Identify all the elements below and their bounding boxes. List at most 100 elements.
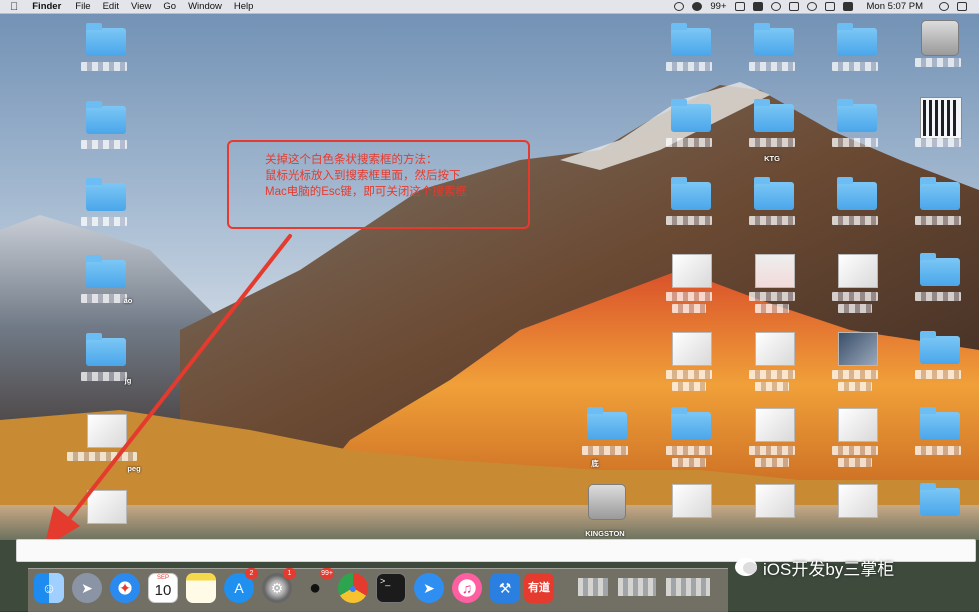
desktop-folder[interactable] [79,22,129,82]
dock-launchpad[interactable]: ➤ [72,573,102,603]
dock-blurred-item[interactable] [578,578,608,596]
desktop-image-file[interactable]: peg [67,412,141,482]
desktop-image-file[interactable] [830,406,880,476]
menu-help[interactable]: Help [234,1,254,12]
desktop-folder[interactable] [747,22,797,82]
desktop-folder[interactable] [913,482,963,538]
app-status-icon[interactable] [734,2,745,11]
dock-app-store[interactable]: A2 [224,568,258,603]
desktop-image-file[interactable] [830,330,880,400]
dock-youdao[interactable]: 有道 [524,573,554,603]
search-extra-icon[interactable] [674,2,685,11]
calendar-day: 10 [154,582,172,599]
desktop-image-file[interactable] [830,482,880,538]
desktop-folder[interactable] [830,22,880,82]
youdao-label: 有道 [528,582,550,594]
desktop-image-file[interactable] [664,482,714,538]
desktop-folder[interactable] [79,177,129,237]
desktop-folder[interactable]: 底 [580,406,630,476]
dock-terminal[interactable]: >_ [376,573,406,603]
file-label [81,140,127,149]
folder-icon [86,23,126,56]
dock-dingtalk[interactable]: ➤ [414,573,444,603]
wifi-icon[interactable] [806,2,817,11]
notes-icon [186,573,216,603]
desktop-folder[interactable] [913,176,963,236]
desktop-hard-disk[interactable] [913,18,963,82]
desktop-image-file[interactable] [664,330,714,400]
file-label [832,216,878,225]
battery-icon[interactable] [824,2,835,11]
desktop-qr-image[interactable] [913,98,963,158]
desktop-image-file[interactable] [747,252,797,322]
desktop-folder[interactable] [913,330,963,400]
file-label [749,292,795,301]
usb-drive-icon [588,484,626,520]
dock-notes[interactable] [186,573,216,603]
menu-file[interactable]: File [75,1,90,12]
desktop-image-file[interactable] [747,330,797,400]
folder-icon [86,255,126,288]
desktop-folder[interactable]: KTG [747,98,797,163]
spotlight-icon[interactable] [939,2,949,11]
desktop-folder[interactable]: ao [79,254,132,324]
desktop-folder[interactable] [913,252,963,322]
notification-center-icon[interactable] [957,2,967,11]
folder-icon [754,99,794,132]
folder-icon [754,23,794,56]
airplay-icon[interactable] [788,2,799,11]
dock-safari[interactable]: ✦ [110,573,140,603]
desktop-kingston-drive[interactable]: KINGSTON [580,482,630,538]
dock-xcode[interactable]: ⚒ [490,573,520,603]
desktop-folder[interactable] [830,98,880,158]
menu-view[interactable]: View [131,1,151,12]
dock-blurred-item[interactable] [666,578,710,596]
file-label [582,446,628,455]
desktop-document[interactable] [830,252,880,322]
qq-status-icon[interactable] [692,2,703,11]
menu-edit[interactable]: Edit [103,1,119,12]
hard-disk-icon [921,20,959,56]
desktop-folder[interactable] [830,176,880,236]
file-label [672,458,706,467]
input-method-icon[interactable] [842,2,853,11]
sync-icon[interactable] [752,2,763,11]
menu-window[interactable]: Window [188,1,222,12]
desktop-folder[interactable] [913,406,963,476]
desktop-folder[interactable] [747,176,797,236]
desktop-folder[interactable] [79,100,129,160]
apple-icon[interactable]:  [10,1,18,13]
desktop-image-file[interactable] [79,488,129,538]
folder-icon [837,23,877,56]
menu-finder[interactable]: Finder [32,1,61,12]
file-label-partial: peg [127,464,141,473]
file-label-partial: jg [124,376,132,385]
desktop-image-file[interactable] [747,406,797,476]
image-thumbnail-icon [672,254,712,288]
finder-face-icon: ☺ [41,580,57,596]
dock-qq[interactable]: ● 99+ [300,568,334,603]
desktop-folder[interactable] [664,176,714,236]
dock-calendar[interactable]: SEP 10 [148,573,178,603]
dock-itunes[interactable]: ♫ [452,573,482,603]
file-label [832,370,878,379]
file-label-partial: 底 [591,459,599,468]
file-label [832,446,878,455]
timemachine-icon[interactable] [770,2,781,11]
dock-system-preferences[interactable]: ⚙ 1 [262,568,296,603]
folder-icon [86,178,126,211]
desktop-folder[interactable] [664,406,714,476]
desktop-image-file[interactable] [664,252,714,322]
dock-finder[interactable]: ☺ [34,573,64,603]
dock-chrome[interactable]: ● [338,573,368,603]
menu-go[interactable]: Go [163,1,176,12]
desktop-image-file[interactable] [747,482,797,538]
terminal-prompt: >_ [380,576,391,586]
desktop-folder[interactable]: jg [79,332,131,402]
desktop-folder[interactable] [664,22,714,82]
desktop-folder[interactable] [664,98,714,158]
menubar-clock[interactable]: Mon 5:07 PM [867,1,924,12]
file-label [838,382,872,391]
dock-blurred-item[interactable] [618,578,656,596]
file-label [67,452,137,461]
